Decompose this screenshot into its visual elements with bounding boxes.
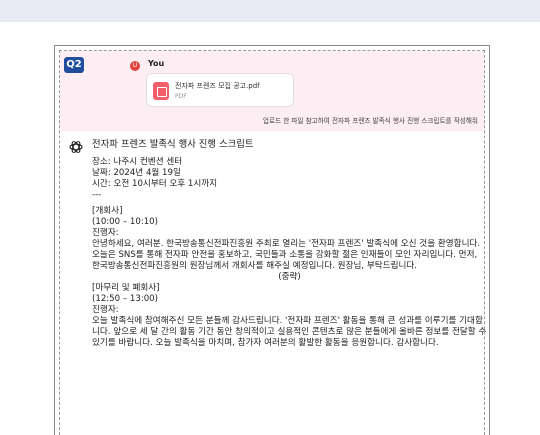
top-band (0, 0, 540, 22)
file-name: 전자파 프렌즈 모집 공고.pdf (175, 82, 260, 90)
event-place: 장소: 나주시 컨벤션 센터 (92, 157, 183, 167)
section-opening-speaker: 진행자: (92, 228, 119, 238)
section-closing-body: 오늘 발족식에 참여해주신 모든 분들께 감사드립니다. '전자파 프렌즈' 활… (92, 316, 487, 348)
event-time: 시간: 오전 10시부터 오후 1시까지 (92, 179, 218, 189)
user-avatar-icon: U (130, 61, 140, 71)
assistant-answer: 전자파 프렌즈 발족식 행사 진행 스크립트 장소: 나주시 컨벤션 센터 날짜… (92, 139, 487, 349)
pdf-file-icon (153, 82, 169, 100)
section-closing-title: [마무리 및 폐회사] (92, 283, 160, 293)
divider-text: --- (92, 190, 102, 200)
section-opening-body: 안녕하세요, 여러분. 한국방송통신전파진흥원 주최로 열리는 '전자파 프렌즈… (92, 239, 481, 271)
question-badge: Q2 (64, 57, 84, 73)
event-date: 날짜: 2024년 4월 19일 (92, 168, 181, 178)
attached-file-card[interactable]: 전자파 프렌즈 모집 공고.pdf PDF (146, 73, 294, 107)
file-type: PDF (175, 93, 187, 100)
user-message: 업로드 한 파일 참고하여 전자파 프렌즈 발족식 행사 진행 스크립트를 작성… (262, 117, 478, 125)
user-name: You (148, 59, 165, 68)
conversation-frame: Q2 U You 전자파 프렌즈 모집 공고.pdf PDF 업로드 한 파일 … (54, 45, 490, 435)
conversation-inner: Q2 U You 전자파 프렌즈 모집 공고.pdf PDF 업로드 한 파일 … (59, 50, 487, 435)
user-prompt-area: Q2 U You 전자파 프렌즈 모집 공고.pdf PDF 업로드 한 파일 … (60, 51, 484, 131)
openai-logo-icon (69, 141, 83, 153)
section-opening-time: (10:00 – 10:10) (92, 217, 158, 227)
answer-title: 전자파 프렌즈 발족식 행사 진행 스크립트 (92, 139, 254, 150)
section-closing-time: (12:50 – 13:00) (92, 294, 158, 304)
section-opening-title: [개회사] (92, 206, 123, 216)
omitted-marker: (중략) (278, 272, 301, 282)
section-closing-speaker: 진행자: (92, 305, 119, 315)
